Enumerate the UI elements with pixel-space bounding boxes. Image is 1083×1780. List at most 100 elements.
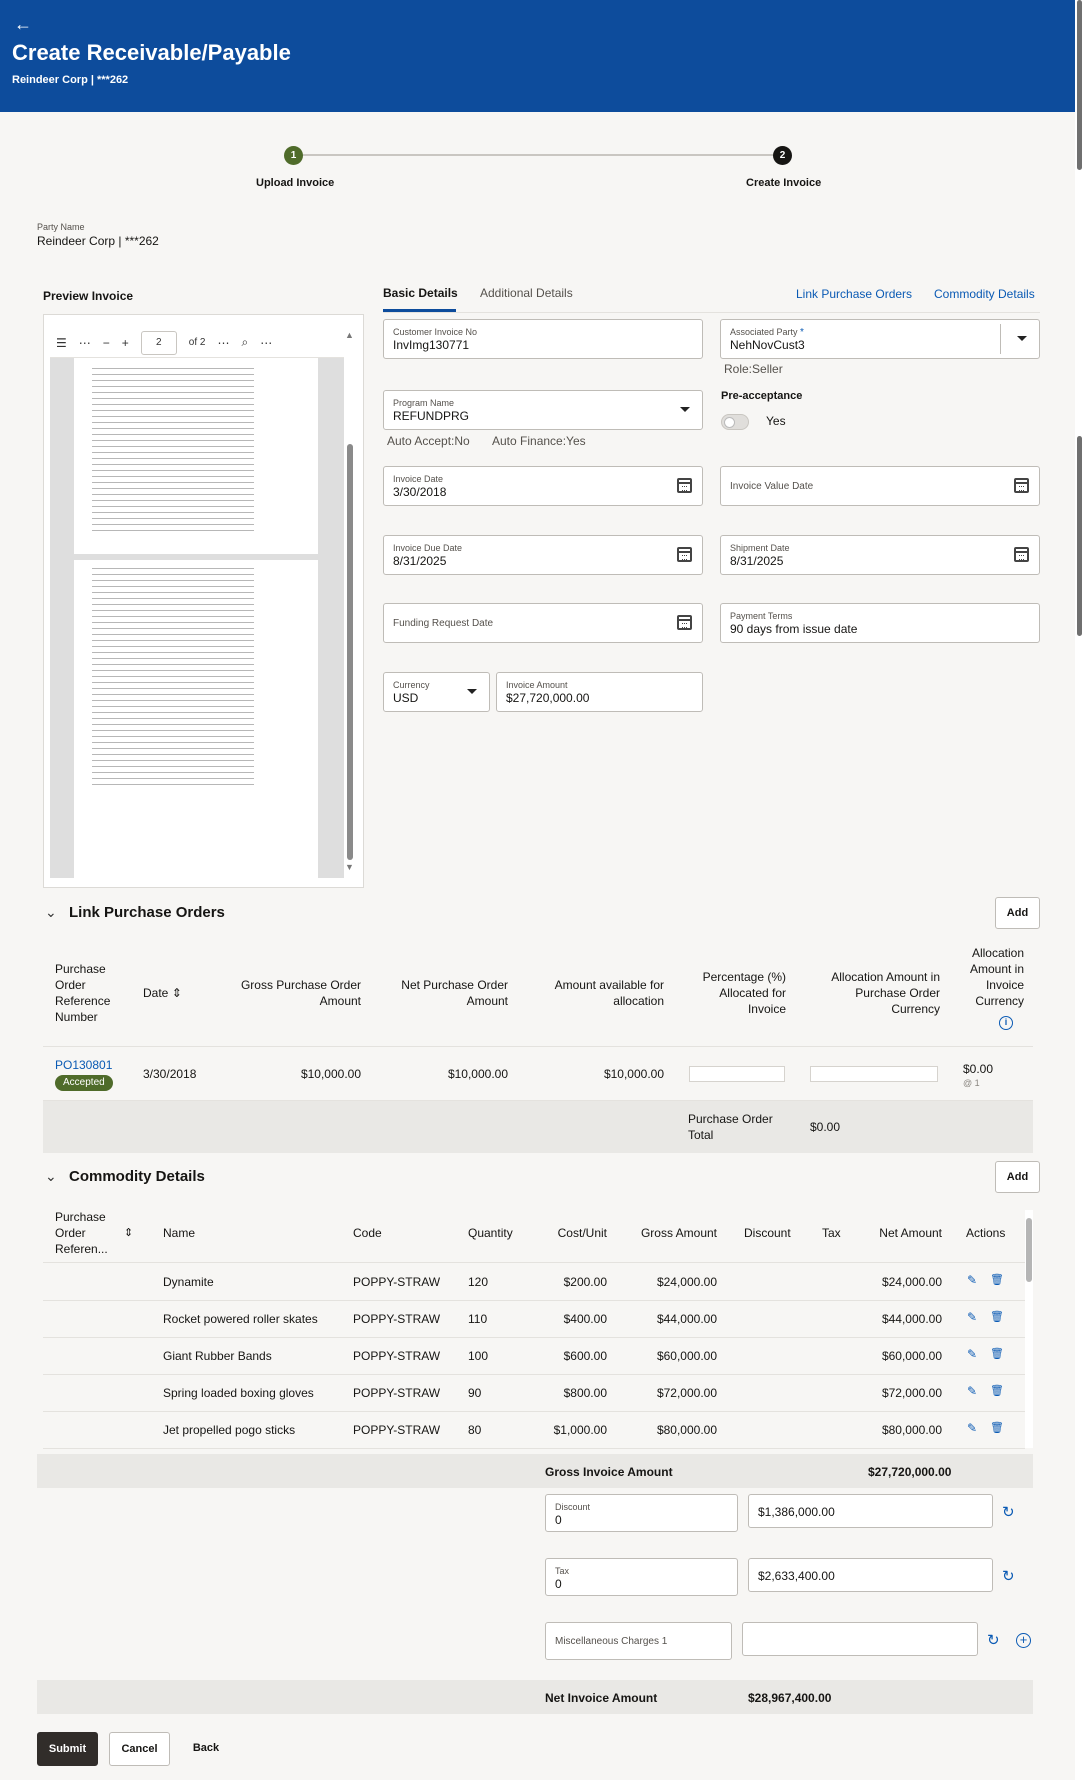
calendar-icon[interactable] <box>677 478 692 493</box>
submit-button[interactable]: Submit <box>37 1732 98 1766</box>
refresh-icon[interactable]: ↻ <box>1002 1503 1015 1521</box>
add-charge-icon[interactable]: + <box>1016 1633 1031 1648</box>
info-icon[interactable]: i <box>999 1016 1013 1030</box>
po-reference-link[interactable]: PO130801 <box>55 1058 112 1072</box>
divider <box>43 1046 1033 1047</box>
chevron-down-icon[interactable]: ⌄ <box>45 1168 57 1185</box>
tax-field[interactable]: Tax 0 <box>545 1558 738 1596</box>
preview-text-line <box>92 700 254 701</box>
calendar-icon[interactable] <box>677 615 692 630</box>
back-button[interactable]: Back <box>183 1732 229 1766</box>
field-value: 90 days from issue date <box>730 622 858 636</box>
step-1-indicator[interactable]: 1 <box>284 146 303 165</box>
sort-icon[interactable]: ⇕ <box>124 1225 133 1241</box>
allocation-invoice-value: $0.00 <box>963 1062 994 1076</box>
col-quantity: Quantity <box>468 1226 513 1240</box>
zoom-in-icon[interactable]: + <box>122 336 129 350</box>
commodity-details-link[interactable]: Commodity Details <box>934 287 1035 301</box>
customer-invoice-no-field[interactable]: Customer Invoice No InvImg130771 <box>383 319 703 359</box>
add-po-button[interactable]: Add <box>995 897 1040 929</box>
col-code: Code <box>353 1226 382 1240</box>
currency-select[interactable]: Currency USD <box>383 672 490 712</box>
page-number-input[interactable]: 2 <box>140 330 177 355</box>
refresh-icon[interactable]: ↻ <box>987 1631 1000 1649</box>
commodity-scrollbar-thumb[interactable] <box>1026 1218 1032 1282</box>
calendar-icon[interactable] <box>1014 547 1029 562</box>
preview-text-line <box>92 664 254 665</box>
percentage-input[interactable] <box>689 1066 785 1082</box>
invoice-due-date-field[interactable]: Invoice Due Date 8/31/2025 <box>383 535 703 575</box>
invoice-date-field[interactable]: Invoice Date 3/30/2018 <box>383 466 703 506</box>
preview-text-line <box>92 580 254 581</box>
col-cost-unit: Cost/Unit <box>557 1226 607 1240</box>
edit-icon[interactable]: ✎ <box>967 1421 977 1435</box>
chevron-down-icon[interactable] <box>467 689 477 694</box>
misc-charges-field[interactable]: Miscellaneous Charges 1 <box>545 1622 732 1660</box>
preview-text-line <box>92 778 254 779</box>
scroll-up-icon[interactable]: ▲ <box>345 330 354 340</box>
page-scrollbar-thumb-top[interactable] <box>1077 0 1082 170</box>
trash-icon[interactable]: 🗑 <box>990 1273 1004 1286</box>
chevron-down-icon[interactable] <box>1017 336 1027 341</box>
zoom-out-icon[interactable]: − <box>103 336 110 350</box>
field-label: Discount <box>555 1502 591 1512</box>
misc-charges-amount-field[interactable] <box>742 1622 978 1656</box>
po-amount-available: $10,000.00 <box>603 1067 664 1081</box>
tax-amount-field[interactable]: $2,633,400.00 <box>748 1558 993 1592</box>
tab-additional-details[interactable]: Additional Details <box>480 286 573 300</box>
trash-icon[interactable]: 🗑 <box>990 1310 1004 1323</box>
gross-invoice-label: Gross Invoice Amount <box>545 1465 673 1479</box>
edit-icon[interactable]: ✎ <box>967 1273 977 1287</box>
edit-icon[interactable]: ✎ <box>967 1384 977 1398</box>
preview-text-line <box>92 380 254 381</box>
preview-text-line <box>92 784 254 785</box>
cancel-button[interactable]: Cancel <box>109 1732 170 1766</box>
overflow-menu-icon[interactable]: ⋯ <box>260 336 272 350</box>
outline-icon[interactable]: ☰ <box>56 336 67 350</box>
shipment-date-field[interactable]: Shipment Date 8/31/2025 <box>720 535 1040 575</box>
pdf-viewer[interactable] <box>50 358 344 878</box>
col-po-reference: Purchase Order Referen... <box>55 1210 108 1256</box>
scroll-down-icon[interactable]: ▼ <box>345 862 354 872</box>
add-commodity-button[interactable]: Add <box>995 1161 1040 1193</box>
trash-icon[interactable]: 🗑 <box>990 1421 1004 1434</box>
commodity-gross-amount: $44,000.00 <box>656 1312 717 1326</box>
commodity-name: Rocket powered roller skates <box>163 1312 318 1326</box>
col-date[interactable]: Date ⇕ <box>143 985 182 1001</box>
funding-request-date-field[interactable]: Funding Request Date <box>383 603 703 643</box>
sort-icon[interactable]: ⇕ <box>172 986 182 1000</box>
more-icon[interactable]: ⋯ <box>79 336 91 350</box>
preview-scrollbar-thumb[interactable] <box>347 444 353 860</box>
page-title: Create Receivable/Payable <box>12 40 291 65</box>
allocation-amount-input[interactable] <box>810 1066 938 1082</box>
tab-basic-details[interactable]: Basic Details <box>383 286 458 300</box>
discount-field[interactable]: Discount 0 <box>545 1494 738 1532</box>
edit-icon[interactable]: ✎ <box>967 1310 977 1324</box>
associated-party-select[interactable]: Associated Party * NehNovCust3 <box>720 319 1040 359</box>
link-purchase-orders-link[interactable]: Link Purchase Orders <box>796 287 912 301</box>
payment-terms-field[interactable]: Payment Terms 90 days from issue date <box>720 603 1040 643</box>
page-scrollbar[interactable] <box>1075 0 1083 1780</box>
step-2-indicator[interactable]: 2 <box>773 146 792 165</box>
preview-text-line <box>92 494 254 495</box>
more-tools-icon[interactable]: ⋯ <box>217 336 229 350</box>
invoice-value-date-field[interactable]: Invoice Value Date <box>720 466 1040 506</box>
preview-text-line <box>92 410 254 411</box>
toggle-knob[interactable] <box>724 417 735 428</box>
calendar-icon[interactable] <box>1014 478 1029 493</box>
search-icon[interactable]: ⌕ <box>241 335 248 350</box>
invoice-amount-field[interactable]: Invoice Amount $27,720,000.00 <box>496 672 703 712</box>
preview-text-line <box>92 592 254 593</box>
chevron-down-icon[interactable] <box>680 407 690 412</box>
chevron-down-icon[interactable]: ⌄ <box>45 904 57 921</box>
page-scrollbar-thumb[interactable] <box>1077 436 1082 636</box>
back-arrow-icon[interactable]: ← <box>14 14 32 35</box>
calendar-icon[interactable] <box>677 547 692 562</box>
program-name-select[interactable]: Program Name REFUNDPRG <box>383 390 703 430</box>
trash-icon[interactable]: 🗑 <box>990 1384 1004 1397</box>
discount-amount-field[interactable]: $1,386,000.00 <box>748 1494 993 1528</box>
edit-icon[interactable]: ✎ <box>967 1347 977 1361</box>
trash-icon[interactable]: 🗑 <box>990 1347 1004 1360</box>
refresh-icon[interactable]: ↻ <box>1002 1567 1015 1585</box>
preview-text-line <box>92 742 254 743</box>
